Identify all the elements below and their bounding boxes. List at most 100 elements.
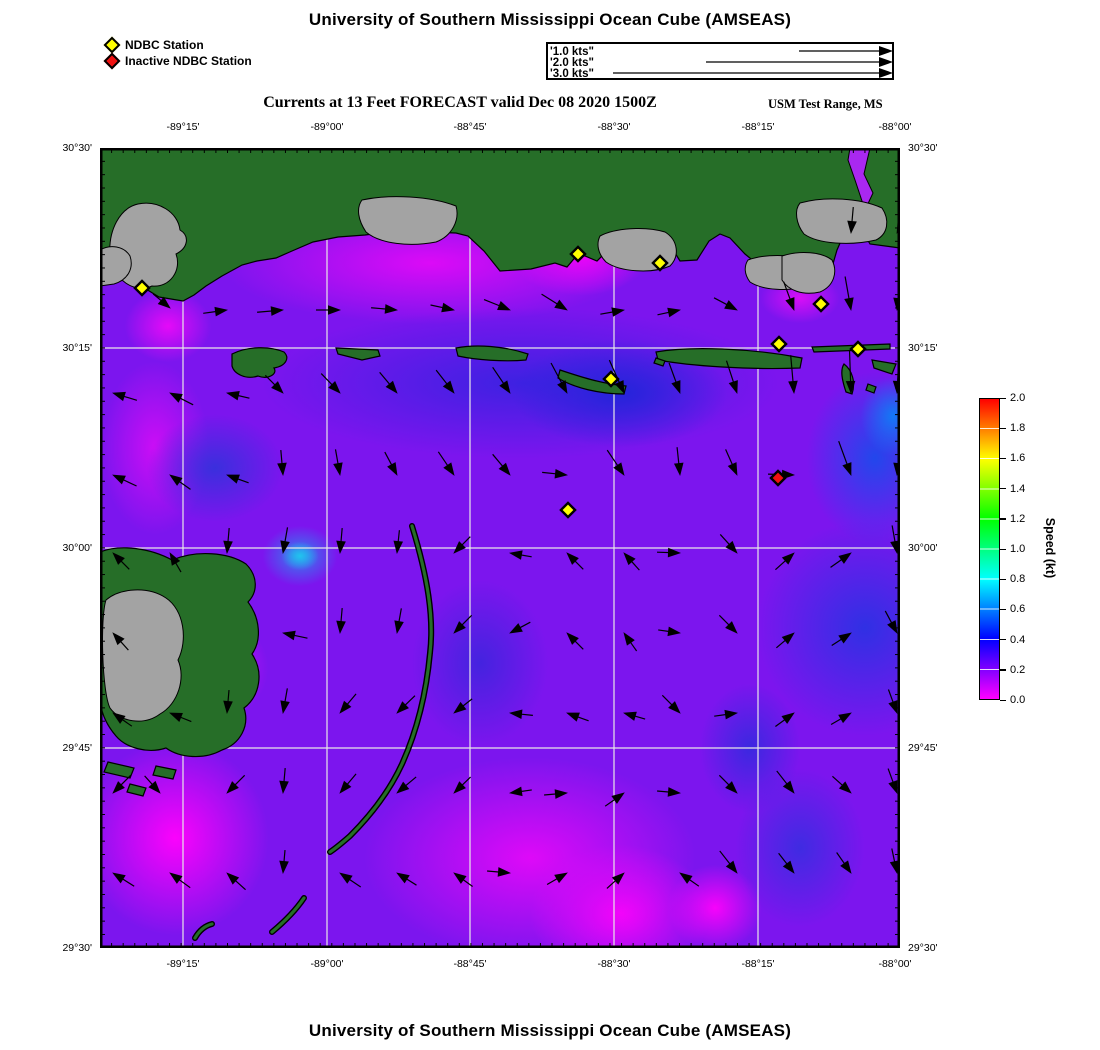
current-arrow	[279, 850, 289, 874]
current-arrow	[492, 453, 511, 476]
current-arrow	[668, 362, 681, 394]
colorbar-tick	[1000, 699, 1006, 701]
current-arrow	[831, 632, 852, 647]
colorbar-tick-label: 1.2	[1010, 512, 1026, 525]
scale-arrow-head-icon	[879, 57, 893, 67]
current-arrow	[223, 528, 233, 554]
lon-tick-label: -88°45'	[453, 958, 487, 970]
colorbar-tick-label: 1.4	[1010, 482, 1026, 495]
current-arrow	[333, 449, 343, 476]
scale-entry-label: '3.0 kts"	[550, 68, 594, 78]
current-arrow	[509, 786, 532, 797]
barrier-island	[871, 359, 897, 375]
current-arrow	[719, 534, 738, 554]
scale-arrow-head-icon	[879, 46, 893, 56]
legend-label: Inactive NDBC Station	[125, 54, 252, 68]
current-arrow	[836, 852, 852, 874]
lon-tick-label: -88°15'	[741, 958, 775, 970]
current-arrow	[546, 872, 568, 886]
current-arrow	[661, 694, 681, 714]
colorbar-tick	[1000, 427, 1006, 429]
current-arrow	[566, 552, 584, 570]
colorbar-tick	[1000, 457, 1006, 460]
lat-tick-label: 30°30'	[62, 142, 92, 154]
current-arrow	[430, 302, 455, 313]
current-arrow	[226, 391, 250, 401]
current-arrow	[316, 305, 341, 315]
current-arrow	[509, 709, 533, 720]
current-arrow	[775, 712, 795, 728]
current-arrow	[257, 306, 284, 316]
current-arrow	[566, 712, 589, 722]
current-arrow	[884, 610, 898, 634]
lowland-gray-area	[102, 589, 184, 722]
current-arrow	[169, 872, 191, 889]
current-arrow	[279, 768, 289, 794]
ndbc-station-marker	[770, 335, 788, 353]
current-arrow	[719, 850, 738, 874]
current-arrow	[487, 867, 511, 877]
current-arrow	[264, 374, 284, 394]
colorbar-tick	[1000, 488, 1006, 490]
current-arrow	[396, 695, 416, 714]
current-arrow	[453, 872, 473, 888]
colorbar-tick-label: 1.0	[1010, 543, 1026, 555]
current-arrow	[112, 872, 135, 887]
speed-scale-arrows: '1.0 kts"'2.0 kts"'3.0 kts"	[550, 46, 893, 80]
current-arrow	[483, 298, 511, 311]
current-arrow	[679, 872, 700, 887]
lat-tick-label: 29°45'	[908, 742, 938, 754]
current-arrow	[226, 474, 249, 484]
current-arrow	[492, 366, 511, 394]
current-arrow	[775, 632, 795, 649]
lowland-gray-area	[781, 252, 836, 294]
current-arrow	[112, 391, 138, 402]
current-arrow	[600, 307, 625, 317]
current-arrow	[775, 552, 795, 571]
island-chain-outline	[327, 523, 435, 855]
current-arrow	[544, 789, 568, 799]
current-arrow	[453, 614, 473, 634]
colorbar-tick	[1000, 639, 1006, 641]
station-legend: NDBC Station Inactive NDBC Station	[103, 36, 252, 70]
current-arrow	[277, 450, 287, 476]
ocean-cube-forecast-figure: University of Southern Mississippi Ocean…	[0, 0, 1100, 1050]
current-arrow	[339, 872, 362, 888]
current-arrow	[604, 792, 625, 807]
colorbar-tick-label: 1.8	[1010, 422, 1026, 435]
ndbc-station-marker	[559, 501, 577, 519]
lon-tick-label: -89°15'	[166, 121, 200, 133]
station-diamond-icon	[103, 36, 121, 54]
colorbar-tick	[1000, 518, 1006, 520]
current-arrow	[718, 774, 738, 794]
lon-tick-label: -88°15'	[741, 121, 775, 133]
current-arrow	[394, 608, 404, 634]
inactive-station-diamond-icon	[103, 52, 121, 70]
current-arrow	[656, 547, 681, 558]
current-arrow	[280, 688, 290, 714]
colorbar-tick-label: 1.6	[1010, 452, 1026, 465]
lon-tick-label: -88°30'	[597, 121, 631, 133]
region-label: USM Test Range, MS	[768, 97, 883, 111]
colorbar-tick	[1000, 397, 1006, 399]
current-arrow	[718, 614, 738, 634]
current-arrow	[606, 872, 625, 889]
barrier-island	[335, 347, 381, 361]
current-arrow	[112, 474, 137, 487]
colorbar-tick	[1000, 578, 1006, 580]
barrier-island	[865, 383, 877, 394]
current-arrow	[435, 369, 455, 394]
current-arrow	[282, 630, 308, 641]
current-arrow	[778, 852, 795, 874]
current-arrow	[339, 773, 357, 794]
current-arrow	[725, 449, 738, 476]
lon-tick-label: -89°00'	[310, 958, 344, 970]
current-arrow	[714, 709, 738, 720]
current-arrow	[657, 787, 681, 797]
colorbar-tick	[1000, 548, 1006, 550]
current-arrow	[830, 712, 852, 726]
forecast-subtitle: Currents at 13 Feet FORECAST valid Dec 0…	[263, 94, 657, 111]
current-arrow	[623, 552, 640, 571]
current-arrow	[203, 306, 228, 317]
ndbc-station-marker	[812, 295, 830, 313]
